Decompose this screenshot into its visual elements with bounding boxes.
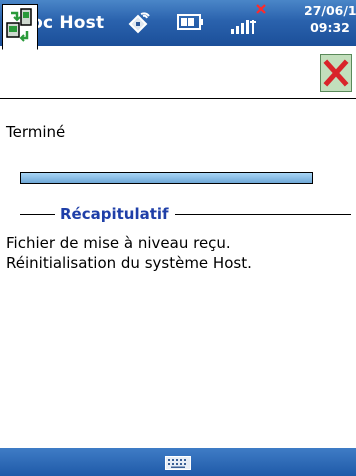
title-bar: epoc Host 27/06/10 09:32: [0, 0, 356, 46]
status-text: Terminé: [6, 123, 66, 141]
sync-device-icon: [6, 8, 32, 42]
summary-line: Réinitialisation du système Host.: [6, 254, 252, 272]
close-button[interactable]: [320, 54, 352, 92]
group-title: Récapitulatif: [60, 205, 169, 223]
clock-date: 27/06/10: [304, 3, 356, 18]
group-divider-left: [20, 214, 55, 215]
progress-fill: [21, 173, 312, 183]
summary-line: Fichier de mise à niveau reçu.: [6, 234, 231, 252]
connectivity-icon[interactable]: [126, 10, 152, 36]
tab-strip: [0, 46, 356, 99]
progress-bar: [20, 172, 313, 184]
group-divider-right: [175, 214, 351, 215]
keyboard-icon[interactable]: [165, 456, 191, 470]
clock[interactable]: 27/06/10 09:32: [304, 2, 356, 36]
close-icon: [323, 59, 349, 87]
signal-strength-icon[interactable]: [230, 14, 260, 36]
battery-icon[interactable]: [177, 13, 205, 31]
tab-sync[interactable]: [2, 4, 38, 50]
network-error-icon: [256, 4, 266, 14]
clock-time: 09:32: [310, 20, 350, 35]
